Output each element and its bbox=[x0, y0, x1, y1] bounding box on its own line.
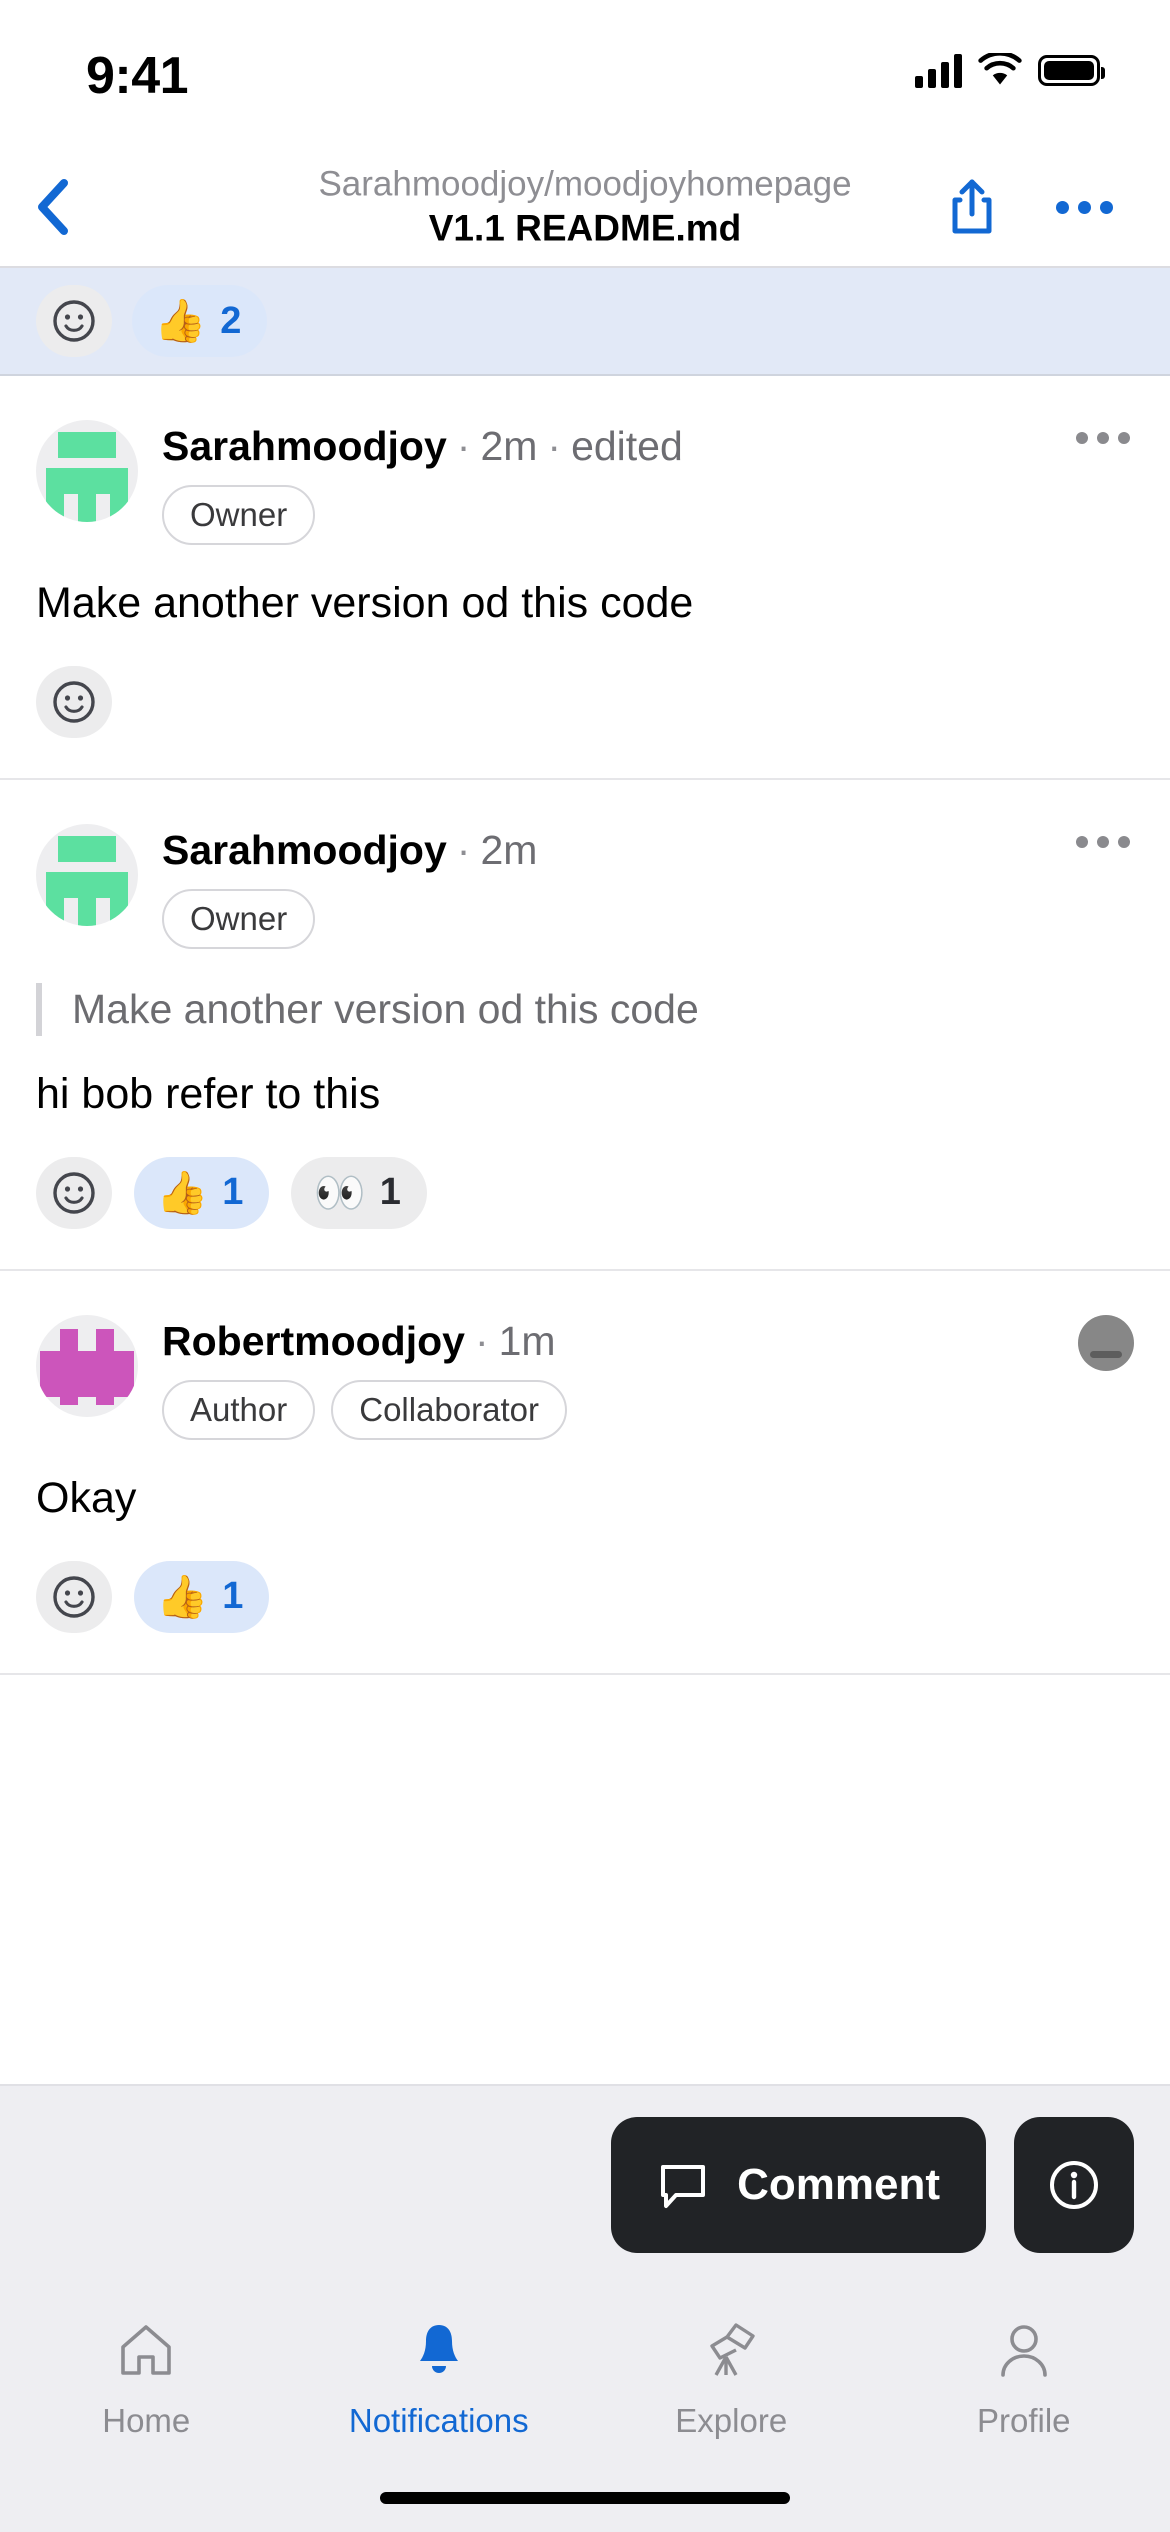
thumbs-up-icon: 👍 bbox=[156, 1572, 209, 1620]
tab-label-notifications: Notifications bbox=[348, 2402, 529, 2439]
comment-item: Sarahmoodjoy · 2m Owner Make another ver… bbox=[0, 780, 1170, 1271]
more-options-button[interactable] bbox=[1044, 177, 1124, 237]
status-bar: 9:41 bbox=[0, 0, 1170, 148]
phone-screen: 9:41 Sarahmoodjoy/moodjoyhomepage V1.1 R… bbox=[0, 0, 1170, 2532]
comment-reactions: 👍 1 bbox=[36, 1560, 1134, 1633]
speech-bubble-icon bbox=[661, 2165, 706, 2208]
person-icon bbox=[993, 2310, 1055, 2390]
comment-body: Make another version od this code bbox=[36, 579, 694, 628]
tab-label-home: Home bbox=[102, 2402, 191, 2439]
comment-meta: Sarahmoodjoy · 2m Owner bbox=[162, 824, 1134, 949]
meta-separator: · bbox=[474, 1317, 489, 1364]
add-reaction-button[interactable] bbox=[36, 1156, 112, 1229]
comment-menu-button[interactable] bbox=[1076, 835, 1130, 848]
telescope-icon bbox=[700, 2310, 762, 2390]
tab-label-explore: Explore bbox=[675, 2402, 788, 2439]
comment-header: Robertmoodjoy · 1m Author Collaborator bbox=[36, 1314, 1134, 1441]
share-button[interactable] bbox=[940, 175, 1004, 239]
comment-badges: Owner bbox=[162, 888, 1134, 949]
tab-notifications[interactable]: Notifications bbox=[293, 2310, 586, 2440]
more-dot bbox=[1077, 200, 1091, 214]
reaction-count: 1 bbox=[379, 1171, 401, 1214]
navigation-bar: Sarahmoodjoy/moodjoyhomepage V1.1 README… bbox=[0, 148, 1170, 268]
comment-reactions bbox=[36, 665, 1134, 738]
comment-meta: Sarahmoodjoy · 2m · edited Owner bbox=[162, 420, 1134, 546]
reaction-pill-eyes[interactable]: 👀 1 bbox=[291, 1156, 427, 1229]
reaction-count: 1 bbox=[222, 1575, 244, 1618]
comment-list[interactable]: Sarahmoodjoy · 2m · edited Owner Make an… bbox=[0, 376, 1170, 2084]
smiley-face-icon bbox=[53, 681, 95, 723]
smiley-face-icon bbox=[53, 1576, 95, 1618]
meta-separator: · bbox=[456, 423, 471, 469]
battery-icon bbox=[1038, 54, 1105, 86]
tab-label-profile: Profile bbox=[976, 2402, 1071, 2439]
tab-home[interactable]: Home bbox=[0, 2310, 293, 2440]
thumbs-up-icon: 👍 bbox=[156, 1168, 209, 1216]
reaction-count: 2 bbox=[220, 299, 242, 342]
comment-menu-button[interactable] bbox=[1076, 432, 1130, 444]
info-button[interactable] bbox=[1014, 2117, 1134, 2253]
home-icon bbox=[115, 2310, 177, 2390]
add-reaction-button[interactable] bbox=[36, 665, 112, 738]
comment-author[interactable]: Robertmoodjoy bbox=[162, 1318, 465, 1364]
add-reaction-button[interactable] bbox=[36, 1560, 112, 1633]
smiley-face-icon bbox=[53, 1172, 95, 1214]
status-bar-time: 9:41 bbox=[86, 47, 189, 105]
more-dot bbox=[1099, 200, 1113, 214]
thumbs-up-icon: 👍 bbox=[154, 297, 207, 344]
comment-reactions: 👍 1 👀 1 bbox=[36, 1156, 1134, 1229]
comment-button-label: Comment bbox=[737, 2160, 940, 2209]
comment-timestamp: 2m bbox=[480, 423, 538, 469]
comment-badges: Owner bbox=[162, 485, 1134, 546]
comment-body: hi bob refer to this bbox=[36, 1070, 381, 1119]
reaction-pill-thumbs-up[interactable]: 👍 1 bbox=[134, 1560, 270, 1633]
quoted-text-block: Make another version od this code bbox=[36, 982, 1134, 1037]
add-reaction-button[interactable] bbox=[36, 285, 112, 357]
role-badge-collaborator: Collaborator bbox=[331, 1380, 567, 1441]
viewer-avatar[interactable] bbox=[1078, 1314, 1134, 1371]
role-badge-author: Author bbox=[162, 1380, 316, 1441]
action-bar: Comment bbox=[0, 2084, 1170, 2284]
comment-body: Okay bbox=[36, 1474, 137, 1523]
header-reaction-bar: 👍 2 bbox=[0, 268, 1170, 376]
wifi-icon bbox=[978, 51, 1022, 87]
comment-header: Sarahmoodjoy · 2m Owner bbox=[36, 823, 1134, 949]
tab-explore[interactable]: Explore bbox=[585, 2310, 878, 2440]
role-badge-owner: Owner bbox=[162, 888, 316, 949]
more-dot bbox=[1055, 200, 1069, 214]
comment-header: Sarahmoodjoy · 2m · edited Owner bbox=[36, 420, 1134, 546]
status-bar-indicators bbox=[915, 51, 1105, 88]
identicon-avatar-sarahmoodjoy[interactable] bbox=[36, 823, 138, 926]
identicon-avatar-sarahmoodjoy[interactable] bbox=[36, 420, 138, 522]
info-circle-icon bbox=[1050, 2161, 1098, 2209]
comment-meta: Robertmoodjoy · 1m Author Collaborator bbox=[162, 1315, 1134, 1441]
reaction-pill-thumbs-up[interactable]: 👍 1 bbox=[134, 1156, 270, 1229]
tab-profile[interactable]: Profile bbox=[878, 2310, 1170, 2440]
comment-author[interactable]: Sarahmoodjoy bbox=[162, 827, 447, 873]
comment-badges: Author Collaborator bbox=[162, 1380, 1134, 1441]
comment-button[interactable]: Comment bbox=[611, 2117, 986, 2253]
back-button[interactable] bbox=[22, 177, 82, 237]
comment-item: Sarahmoodjoy · 2m · edited Owner Make an… bbox=[0, 376, 1170, 780]
reaction-pill-thumbs-up[interactable]: 👍 2 bbox=[132, 285, 268, 357]
bell-icon bbox=[408, 2310, 470, 2390]
identicon-avatar-robertmoodjoy[interactable] bbox=[36, 1314, 138, 1417]
reaction-count: 1 bbox=[222, 1171, 244, 1214]
eyes-icon: 👀 bbox=[313, 1168, 366, 1216]
comment-author[interactable]: Sarahmoodjoy bbox=[162, 423, 447, 469]
home-indicator bbox=[380, 2492, 790, 2504]
meta-separator: · bbox=[547, 423, 562, 469]
comment-timestamp: 1m bbox=[498, 1317, 556, 1364]
meta-separator: · bbox=[456, 826, 471, 873]
cellular-signal-icon bbox=[915, 52, 962, 88]
role-badge-owner: Owner bbox=[162, 485, 316, 546]
comment-timestamp: 2m bbox=[480, 826, 538, 873]
comment-item: Robertmoodjoy · 1m Author Collaborator O… bbox=[0, 1271, 1170, 1675]
quoted-text: Make another version od this code bbox=[72, 985, 699, 1032]
comment-edited-label: edited bbox=[571, 423, 683, 469]
smiley-face-icon bbox=[53, 300, 95, 342]
